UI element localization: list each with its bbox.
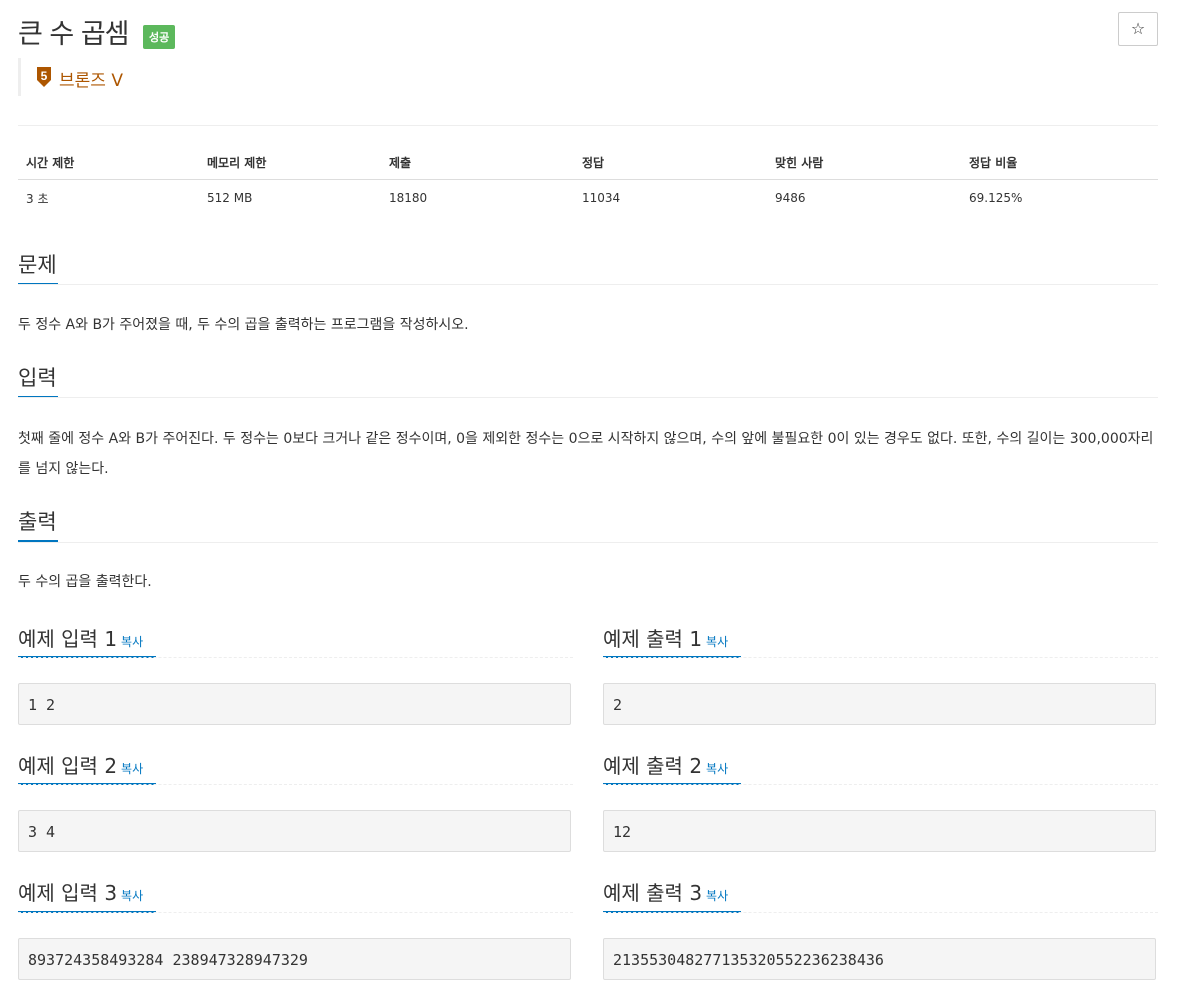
- sample-output-heading-2: 예제 출력 2 복사: [603, 750, 728, 779]
- sample-output-title-2: 예제 출력 2: [603, 754, 703, 778]
- problem-info-table: 시간 제한 메모리 제한 제출 정답 맞힌 사람 정답 비율 3 초 512 M…: [18, 145, 1158, 216]
- output-description: 두 수의 곱을 출력한다.: [18, 574, 152, 590]
- memory-limit-value: 512 MB: [207, 191, 253, 205]
- output-section-heading: 출력: [18, 506, 58, 542]
- problem-section-title: 문제: [18, 253, 57, 277]
- sample-output-box-3[interactable]: 213553048277135320552236238436: [603, 938, 1156, 980]
- sample-input-title-3: 예제 입력 3: [18, 881, 118, 905]
- solved-users-value: 9486: [775, 191, 806, 205]
- output-section-title: 출력: [18, 510, 57, 534]
- sample-input-title-2: 예제 입력 2: [18, 754, 118, 778]
- input-section-title: 입력: [18, 366, 57, 390]
- table-header-row: 시간 제한 메모리 제한 제출 정답 맞힌 사람 정답 비율: [18, 145, 1158, 180]
- section-divider: [18, 912, 573, 913]
- tier-level: 5: [41, 69, 48, 83]
- problem-section-heading: 문제: [18, 249, 58, 285]
- header-solved-users: 맞힌 사람: [767, 145, 961, 180]
- time-limit-value: 3 초: [26, 191, 49, 206]
- sample-input-box-3[interactable]: 893724358493284 238947328947329: [18, 938, 571, 980]
- problem-description: 두 정수 A와 B가 주어졌을 때, 두 수의 곱을 출력하는 프로그램을 작성…: [18, 317, 469, 333]
- problem-title: 큰 수 곱셈: [18, 19, 130, 50]
- header-time-limit: 시간 제한: [18, 145, 199, 180]
- accepted-value: 11034: [582, 191, 621, 205]
- header-accepted: 정답: [574, 145, 767, 180]
- copy-button[interactable]: 복사: [121, 762, 143, 776]
- section-divider: [18, 542, 1158, 543]
- problem-page: 큰 수 곱셈 성공 ☆ 5 브론즈 V 시간 제한 메모리 제한 제출 정답 맞…: [18, 0, 1158, 980]
- star-icon: ☆: [1130, 19, 1146, 38]
- table-row: 3 초 512 MB 18180 11034 9486 69.125%: [18, 180, 1158, 217]
- header-memory-limit: 메모리 제한: [199, 145, 381, 180]
- sample-output-title-3: 예제 출력 3: [603, 881, 703, 905]
- sample-output-heading-3: 예제 출력 3 복사: [603, 877, 728, 906]
- section-divider: [18, 284, 1158, 285]
- sample-input-heading-2: 예제 입력 2 복사: [18, 750, 143, 779]
- divider: [18, 125, 1158, 126]
- tier-name[interactable]: 브론즈 V: [59, 66, 123, 91]
- section-divider: [18, 397, 1158, 398]
- copy-button[interactable]: 복사: [121, 635, 143, 649]
- accept-ratio-value: 69.125%: [969, 191, 1023, 205]
- submissions-value: 18180: [389, 191, 428, 205]
- sample-output-box-2[interactable]: 12: [603, 810, 1156, 852]
- status-badge: 성공: [143, 25, 176, 49]
- copy-button[interactable]: 복사: [121, 889, 143, 903]
- sample-input-box-1[interactable]: 1 2: [18, 683, 571, 725]
- sample-output-box-1[interactable]: 2: [603, 683, 1156, 725]
- input-section-heading: 입력: [18, 362, 58, 398]
- sample-input-title-1: 예제 입력 1: [18, 627, 118, 651]
- section-divider: [18, 784, 573, 785]
- sample-input-heading-3: 예제 입력 3 복사: [18, 877, 143, 906]
- copy-button[interactable]: 복사: [706, 889, 728, 903]
- sample-output-heading-1: 예제 출력 1 복사: [603, 623, 728, 652]
- tier-block: 5 브론즈 V: [18, 58, 165, 96]
- section-divider: [603, 784, 1158, 785]
- header-submissions: 제출: [381, 145, 574, 180]
- sample-input-heading-1: 예제 입력 1 복사: [18, 623, 143, 652]
- input-description: 첫째 줄에 정수 A와 B가 주어진다. 두 정수는 0보다 크거나 같은 정수…: [18, 431, 1154, 477]
- copy-button[interactable]: 복사: [706, 762, 728, 776]
- sample-output-title-1: 예제 출력 1: [603, 627, 703, 651]
- copy-button[interactable]: 복사: [706, 635, 728, 649]
- star-button[interactable]: ☆: [1118, 12, 1158, 46]
- section-divider: [603, 912, 1158, 913]
- title-row: 큰 수 곱셈 성공 ☆: [18, 0, 1158, 50]
- bronze-tier-icon: 5: [37, 67, 51, 87]
- section-divider: [603, 657, 1158, 658]
- sample-input-box-2[interactable]: 3 4: [18, 810, 571, 852]
- section-divider: [18, 657, 573, 658]
- header-accept-ratio: 정답 비율: [961, 145, 1158, 180]
